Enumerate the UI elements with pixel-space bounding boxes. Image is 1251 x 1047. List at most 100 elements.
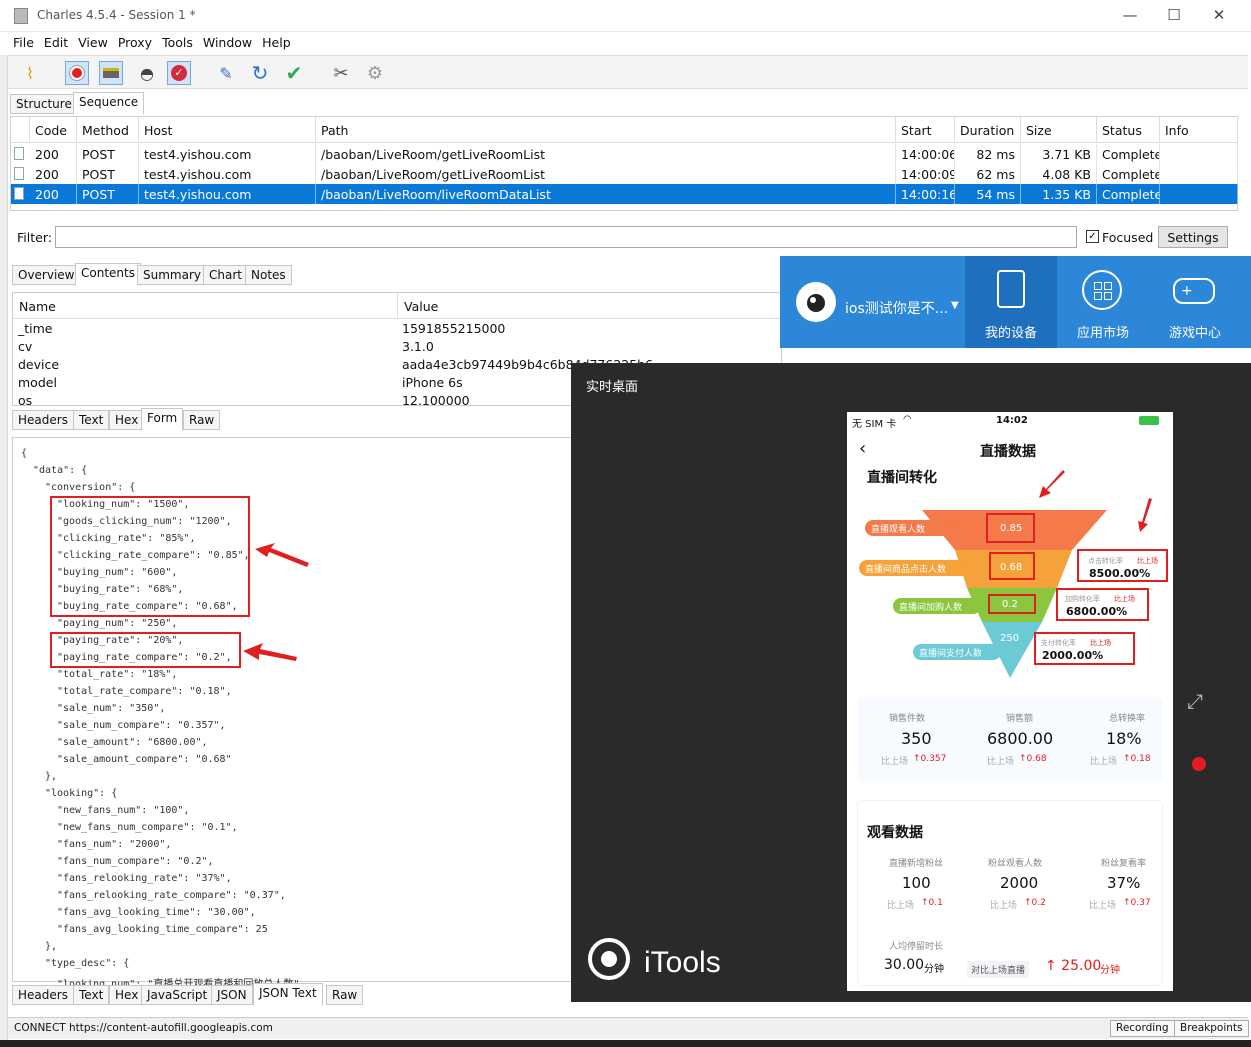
cell-path: /baoban/LiveRoom/getLiveRoomList	[316, 164, 896, 184]
menu-tools[interactable]: Tools	[157, 33, 198, 52]
menu-window[interactable]: Window	[198, 33, 257, 52]
column-size[interactable]: Size	[1021, 117, 1097, 143]
itools-brand-logo	[588, 938, 630, 980]
tab-text[interactable]: Text	[73, 410, 110, 430]
throttle-icon[interactable]	[99, 61, 123, 85]
column-start[interactable]: Start	[896, 117, 955, 143]
table-row[interactable]: _time 1591855215000	[13, 320, 783, 338]
menu-file[interactable]: File	[8, 33, 39, 52]
minimize-button[interactable]: —	[1120, 6, 1140, 24]
nav-game-center[interactable]: + 游戏中心	[1149, 256, 1241, 348]
tab-form[interactable]: Form	[141, 408, 184, 431]
table-row[interactable]: 200 POST test4.yishou.com /baoban/LiveRo…	[11, 164, 1238, 184]
record-icon[interactable]	[65, 61, 89, 85]
stat-delta: ↑0.357	[913, 754, 947, 764]
stat-delta: ↑0.68	[1019, 754, 1047, 764]
param-name: os	[18, 393, 33, 408]
tab-notes[interactable]: Notes	[245, 265, 292, 285]
tab-overview[interactable]: Overview	[12, 265, 81, 285]
column-code[interactable]: Code	[30, 117, 77, 143]
tab-chart[interactable]: Chart	[203, 265, 248, 285]
column-info[interactable]: Info	[1160, 117, 1238, 143]
param-name: cv	[18, 339, 33, 354]
broom-icon[interactable]: ⌇	[18, 61, 42, 85]
settings-button[interactable]: Settings	[1158, 226, 1228, 248]
turtle-icon[interactable]: ◓	[135, 61, 159, 85]
arrow-annotation	[255, 543, 309, 567]
check-icon[interactable]: ✔	[282, 61, 306, 85]
breakpoint-icon[interactable]: ✓	[167, 61, 191, 85]
fullscreen-icon[interactable]: ⤢	[1187, 689, 1203, 713]
status-bar: CONNECT https://content-autofill.googlea…	[8, 1017, 1249, 1039]
record-dot-icon[interactable]	[1192, 757, 1206, 771]
funnel-value: 250	[1000, 633, 1020, 644]
toolbar: ⌇ ◓ ✓ ✎ ↻ ✔ ✂ ⚙	[8, 55, 1248, 89]
focused-checkbox[interactable]: ✓	[1086, 230, 1099, 243]
highlight-box	[988, 594, 1036, 614]
column-host[interactable]: Host	[139, 117, 316, 143]
tab-headers[interactable]: Headers	[12, 410, 74, 430]
filter-bar: Filter: ✓ Focused Settings	[10, 224, 1240, 252]
clock: 14:02	[996, 415, 1028, 426]
tab-json-text[interactable]: JSON Text	[253, 983, 323, 1006]
nav-app-market[interactable]: 应用市场	[1057, 256, 1149, 348]
table-row-selected[interactable]: 200 POST test4.yishou.com /baoban/LiveRo…	[11, 184, 1238, 204]
menu-help[interactable]: Help	[257, 33, 296, 52]
table-row[interactable]: 200 POST test4.yishou.com /baoban/LiveRo…	[11, 144, 1238, 164]
column-path[interactable]: Path	[316, 117, 896, 143]
nav-my-device[interactable]: 我的设备	[965, 256, 1057, 348]
column-duration[interactable]: Duration	[955, 117, 1021, 143]
menu-proxy[interactable]: Proxy	[113, 33, 157, 52]
chevron-down-icon[interactable]: ▼	[951, 300, 959, 311]
wifi-icon: ◠	[903, 414, 912, 425]
cell-info	[1160, 144, 1238, 164]
device-name[interactable]: ios测试你是不...	[845, 298, 948, 318]
json-line: "fans_relooking_rate": "37%",	[57, 873, 232, 884]
json-line: "type_desc": {	[45, 958, 130, 969]
tab-text[interactable]: Text	[73, 985, 110, 1005]
json-line: "new_fans_num": "100",	[57, 805, 190, 816]
back-icon[interactable]: ‹	[859, 438, 866, 459]
highlight-box	[1056, 588, 1149, 621]
tab-hex[interactable]: Hex	[109, 410, 145, 430]
tab-summary[interactable]: Summary	[137, 265, 207, 285]
tab-hex[interactable]: Hex	[109, 985, 145, 1005]
tab-javascript[interactable]: JavaScript	[141, 985, 214, 1005]
tab-contents[interactable]: Contents	[75, 263, 141, 286]
menu-view[interactable]: View	[73, 33, 113, 52]
tools-icon[interactable]: ✂	[329, 61, 353, 85]
tab-headers[interactable]: Headers	[12, 985, 74, 1005]
param-name: device	[18, 357, 60, 372]
column-status[interactable]: Status	[1097, 117, 1160, 143]
breakpoints-button[interactable]: Breakpoints	[1174, 1020, 1249, 1037]
table-row[interactable]: cv 3.1.0	[13, 338, 783, 356]
arrow-annotation	[1138, 498, 1152, 532]
pen-icon[interactable]: ✎	[214, 61, 238, 85]
json-line: {	[21, 448, 28, 459]
maximize-button[interactable]: ☐	[1164, 6, 1184, 24]
tab-raw[interactable]: Raw	[326, 985, 364, 1005]
cell-code: 200	[30, 164, 77, 184]
column-value[interactable]: Value	[398, 293, 783, 319]
menu-edit[interactable]: Edit	[39, 33, 73, 52]
recording-button[interactable]: Recording	[1110, 1020, 1175, 1037]
tab-sequence[interactable]: Sequence	[73, 92, 145, 115]
column-method[interactable]: Method	[77, 117, 139, 143]
cell-start: 14:00:16	[896, 184, 955, 204]
json-response-viewer[interactable]: {"data": {"conversion": {"looking_num": …	[12, 437, 572, 990]
stat-label: 直播新增粉丝	[889, 859, 944, 869]
tab-raw[interactable]: Raw	[183, 410, 221, 430]
param-value: iPhone 6s	[402, 375, 463, 390]
cell-duration: 82 ms	[955, 144, 1021, 164]
column-name[interactable]: Name	[13, 293, 398, 319]
filter-input[interactable]	[55, 226, 1077, 248]
gear-icon[interactable]: ⚙	[363, 61, 387, 85]
refresh-icon[interactable]: ↻	[248, 61, 272, 85]
param-value: 3.1.0	[402, 339, 434, 354]
json-line: "total_rate_compare": "0.18",	[57, 686, 232, 697]
close-button[interactable]: ✕	[1209, 6, 1229, 24]
tab-json[interactable]: JSON	[211, 985, 253, 1005]
tab-structure[interactable]: Structure	[10, 94, 78, 114]
stat-label: 粉丝观看人数	[988, 859, 1043, 869]
stat-cmp: 比上场	[1090, 757, 1118, 767]
